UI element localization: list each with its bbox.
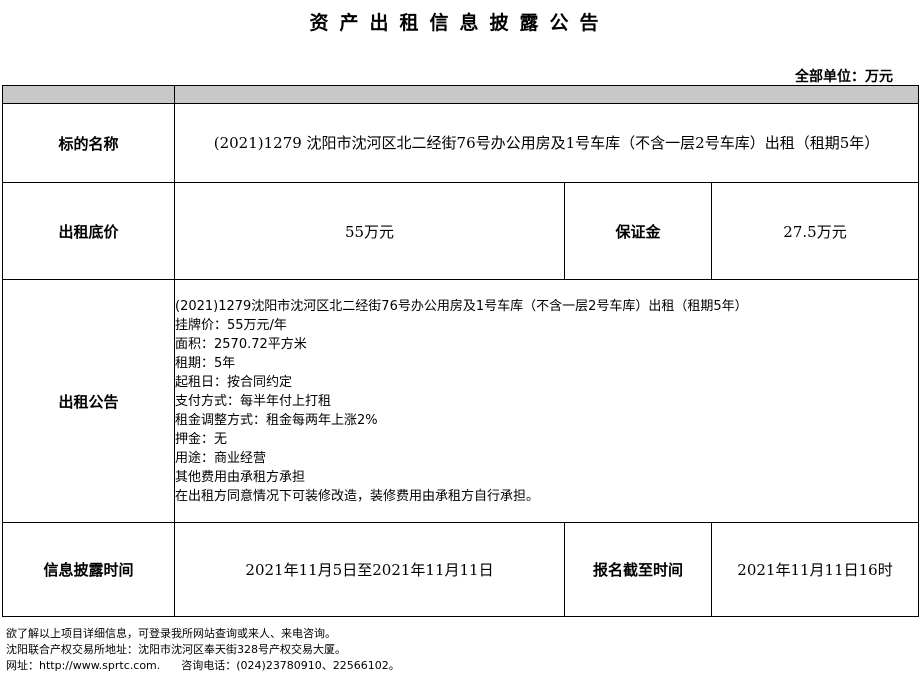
base-price-value: 55万元 xyxy=(174,182,565,280)
footer-line-inquiry: 欲了解以上项目详细信息，可登录我所网站查询或来人、来电咨询。 xyxy=(6,627,336,640)
notice-line: (2021)1279沈阳市沈河区北二经街76号办公用房及1号车库（不含一层2号车… xyxy=(175,298,748,314)
footer: 欲了解以上项目详细信息，可登录我所网站查询或来人、来电咨询。 沈阳联合产权交易所… xyxy=(6,626,400,674)
name-row: 标的名称 (2021)1279 沈阳市沈河区北二经街76号办公用房及1号车库（不… xyxy=(2,103,919,183)
notice-line: 起租日：按合同约定 xyxy=(175,374,293,390)
deposit-label: 保证金 xyxy=(564,182,712,280)
notice-body: (2021)1279沈阳市沈河区北二经街76号办公用房及1号车库（不含一层2号车… xyxy=(173,279,919,523)
disclosure-label: 信息披露时间 xyxy=(2,522,175,617)
header-cell-right xyxy=(173,85,919,104)
footer-line-address: 沈阳联合产权交易所地址：沈阳市沈河区奉天街328号产权交易大厦。 xyxy=(6,643,346,656)
deposit-value: 27.5万元 xyxy=(710,182,919,280)
disclosure-table: 标的名称 (2021)1279 沈阳市沈河区北二经街76号办公用房及1号车库（不… xyxy=(2,85,919,617)
header-row xyxy=(2,85,919,104)
deadline-label: 报名截至时间 xyxy=(564,522,712,617)
name-value: (2021)1279 沈阳市沈河区北二经街76号办公用房及1号车库（不含一层2号… xyxy=(173,103,919,183)
unit-label: 全部单位：万元 xyxy=(795,69,893,85)
notice-line: 在出租方同意情况下可装修改造，装修费用由承租方自行承担。 xyxy=(175,488,540,504)
header-cell-left xyxy=(2,85,175,104)
notice-line: 用途：商业经营 xyxy=(175,450,267,466)
base-price-label: 出租底价 xyxy=(2,182,175,280)
notice-line: 其他费用由承租方承担 xyxy=(175,469,306,485)
notice-line: 挂牌价：55万元/年 xyxy=(175,317,287,333)
notice-line: 押金：无 xyxy=(175,431,228,447)
notice-line: 支付方式：每半年付上打租 xyxy=(175,393,332,409)
name-label: 标的名称 xyxy=(2,103,175,183)
disclosure-value: 2021年11月5日至2021年11月11日 xyxy=(174,522,565,617)
footer-line-contact: 网址：http://www.sprtc.com. 咨询电话：(024)23780… xyxy=(6,659,400,672)
deadline-value: 2021年11月11日16时 xyxy=(710,522,919,617)
price-row: 出租底价 55万元 保证金 27.5万元 xyxy=(2,182,919,280)
notice-label: 出租公告 xyxy=(2,279,175,523)
notice-line: 租金调整方式：租金每两年上涨2% xyxy=(175,412,378,428)
notice-row: 出租公告 (2021)1279沈阳市沈河区北二经街76号办公用房及1号车库（不含… xyxy=(2,279,919,523)
notice-line: 租期：5年 xyxy=(175,355,236,371)
page-title: 资产出租信息披露公告 xyxy=(309,12,610,34)
time-row: 信息披露时间 2021年11月5日至2021年11月11日 报名截至时间 202… xyxy=(2,522,919,617)
notice-line: 面积：2570.72平方米 xyxy=(175,336,307,352)
